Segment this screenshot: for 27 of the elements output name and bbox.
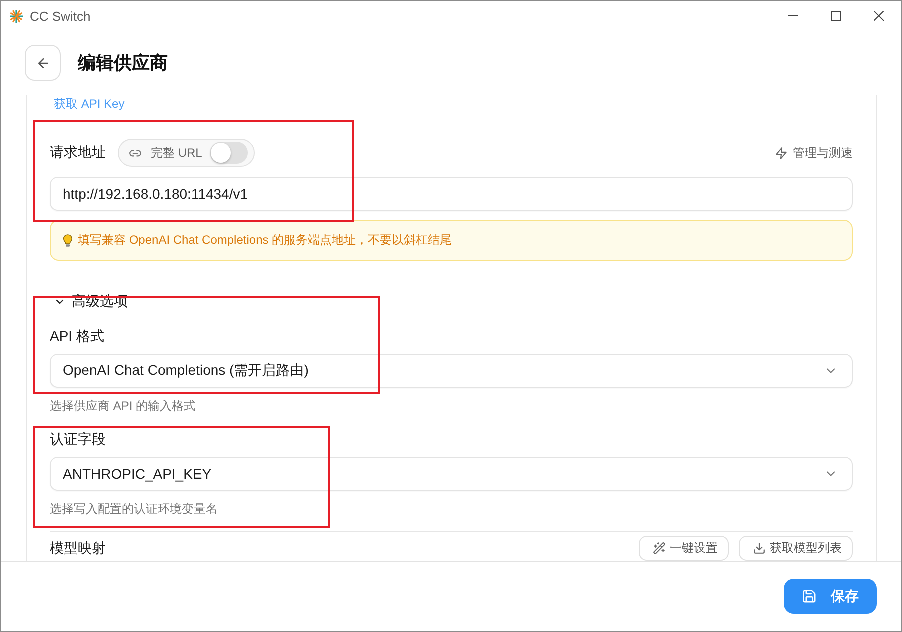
- back-arrow-icon: [36, 56, 50, 70]
- url-input[interactable]: http://192.168.0.180:11434/v1: [50, 177, 853, 211]
- full-url-toggle[interactable]: 完整 URL: [118, 139, 256, 167]
- toggle-switch[interactable]: [210, 142, 248, 164]
- lightning-icon: [775, 146, 788, 160]
- save-icon: [802, 589, 817, 604]
- tip-text: 填写兼容 OpenAI Chat Completions 的服务端点地址，不要以斜杠结尾: [78, 232, 452, 249]
- field-label: API 格式: [50, 327, 106, 346]
- fetch-models-button[interactable]: 获取模型列表: [739, 536, 853, 561]
- app-logo-icon: [10, 10, 23, 22]
- manage-speed-test-button[interactable]: 管理与测速: [775, 144, 853, 162]
- back-button[interactable]: [25, 45, 61, 81]
- section-label: 模型映射: [50, 540, 106, 558]
- auto-setup-button[interactable]: 一键设置: [639, 536, 729, 561]
- field-hint: 选择写入配置的认证环境变量名: [50, 501, 219, 518]
- maximize-icon[interactable]: [831, 11, 841, 21]
- field-label: 认证字段: [50, 430, 107, 449]
- field-label: 请求地址: [50, 144, 106, 162]
- close-icon[interactable]: [874, 11, 884, 21]
- dropdown-select[interactable]: OpenAI Chat Completions (需开启路由): [50, 354, 853, 388]
- window-title: CC Switch: [30, 8, 91, 24]
- lightbulb-icon: [63, 234, 73, 248]
- field-hint: 选择供应商 API 的输入格式: [50, 398, 198, 415]
- dropdown-select[interactable]: ANTHROPIC_API_KEY: [50, 457, 853, 491]
- page-title: 编辑供应商: [78, 52, 168, 75]
- magic-wand-icon: [653, 542, 666, 555]
- download-icon: [753, 542, 766, 555]
